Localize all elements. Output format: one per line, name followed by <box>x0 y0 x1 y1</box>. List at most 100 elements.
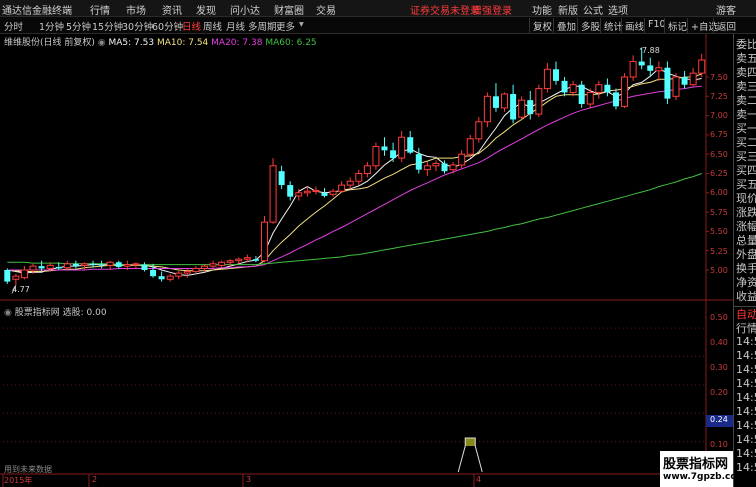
candle-body-up <box>235 258 243 262</box>
candle <box>287 181 294 201</box>
candle <box>158 271 165 282</box>
candle <box>372 142 380 170</box>
ma20-value: MA20: 7.38 <box>211 38 263 48</box>
candle <box>363 161 371 178</box>
candle-body-down <box>441 163 448 172</box>
candle <box>629 55 637 81</box>
candle <box>183 268 191 278</box>
candle-body-up <box>80 263 88 266</box>
candle-body-down <box>72 263 79 267</box>
tick-time: 14:5 <box>736 335 756 348</box>
candle-body-down <box>115 262 122 267</box>
candle-body-up <box>226 260 234 263</box>
price-tick: 6.00 <box>710 188 728 197</box>
candle <box>458 150 466 169</box>
candle <box>278 165 285 189</box>
candle <box>681 70 688 89</box>
candle <box>466 134 474 159</box>
candle-body-up <box>423 165 431 171</box>
quote-label: 行情 <box>736 322 756 335</box>
candle <box>252 256 259 263</box>
candle <box>398 131 406 162</box>
candle-body-up <box>303 190 311 194</box>
indicator-settings-icon[interactable]: ◉ <box>4 308 12 318</box>
candle <box>381 137 388 156</box>
candle-body-down <box>561 80 568 93</box>
low-annotation: 4.77 <box>12 285 30 294</box>
candle <box>12 273 20 286</box>
candle-body-up <box>483 95 491 123</box>
candle <box>390 142 397 162</box>
candle-body-down <box>321 192 328 196</box>
candle <box>338 181 346 193</box>
future-data-note: 用到未来数据 <box>4 465 52 474</box>
tick-time: 14:5 <box>736 377 756 390</box>
candle <box>355 169 363 186</box>
candle <box>552 61 559 85</box>
candle-body-down <box>55 266 62 269</box>
candle-body-up <box>501 93 509 109</box>
indicator-value: 选股: 0.00 <box>62 308 107 318</box>
x-axis-label: 3 <box>246 475 252 484</box>
price-tick: 5.25 <box>710 247 728 256</box>
price-tick: 5.00 <box>710 266 728 275</box>
candle <box>192 266 200 274</box>
price-tick: 6.50 <box>710 150 728 159</box>
candle-body-up <box>46 264 54 269</box>
candle-body-up <box>123 264 131 267</box>
indicator-tick: 0.40 <box>710 338 728 347</box>
candle-body-down <box>527 100 534 115</box>
candle-body-up <box>355 173 363 182</box>
candle-body-up <box>175 272 183 277</box>
candle-body-down <box>604 84 611 93</box>
ma10-line <box>7 73 702 272</box>
candle <box>407 131 414 155</box>
candle <box>475 117 483 143</box>
candle-body-up <box>432 162 440 167</box>
candle-body-up <box>398 136 406 159</box>
candle <box>260 215 268 263</box>
candle <box>604 78 611 97</box>
candle-body-up <box>458 153 466 166</box>
kline-chart[interactable] <box>0 0 756 487</box>
candle <box>672 73 680 101</box>
tick-time: 14:5 <box>736 419 756 432</box>
watermark: 股票指标网 www.7gpzb.com <box>660 451 746 487</box>
candle-body-up <box>312 189 320 192</box>
candle <box>63 260 71 270</box>
indicator-tick: 0.50 <box>710 313 728 322</box>
ma10-value: MA10: 7.54 <box>156 38 209 48</box>
candle <box>698 53 706 77</box>
watermark-url: www.7gpzb.com <box>663 472 746 482</box>
candle-body-down <box>612 92 619 107</box>
candle <box>483 92 491 128</box>
candle <box>432 160 440 172</box>
candle-body-up <box>192 267 200 273</box>
candle-body-up <box>200 265 208 269</box>
price-tick: 7.00 <box>710 111 728 120</box>
candle-body-up <box>218 261 226 266</box>
candle <box>80 262 88 270</box>
candle-body-down <box>158 276 165 280</box>
candle-body-up <box>449 164 457 171</box>
x-axis-label: 2 <box>92 475 98 484</box>
candle-body-down <box>38 266 45 269</box>
candle <box>595 80 603 99</box>
candle <box>569 80 577 97</box>
candle <box>175 270 183 280</box>
candle-body-up <box>269 165 277 223</box>
candle-body-down <box>552 69 559 81</box>
legend-settings-icon[interactable]: ◉ <box>98 38 106 48</box>
candle <box>312 186 320 195</box>
indicator-tick: 0.10 <box>710 440 728 449</box>
price-tick: 5.75 <box>710 208 728 217</box>
candle-body-up <box>338 184 346 192</box>
candle-body-up <box>655 67 663 72</box>
price-tick: 6.75 <box>710 130 728 139</box>
high-annotation: 7.88 <box>642 46 660 55</box>
candle-body-down <box>150 270 157 277</box>
candle <box>578 80 585 108</box>
candle-body-up <box>535 88 543 115</box>
candle-body-down <box>98 264 105 266</box>
candle <box>423 161 431 176</box>
